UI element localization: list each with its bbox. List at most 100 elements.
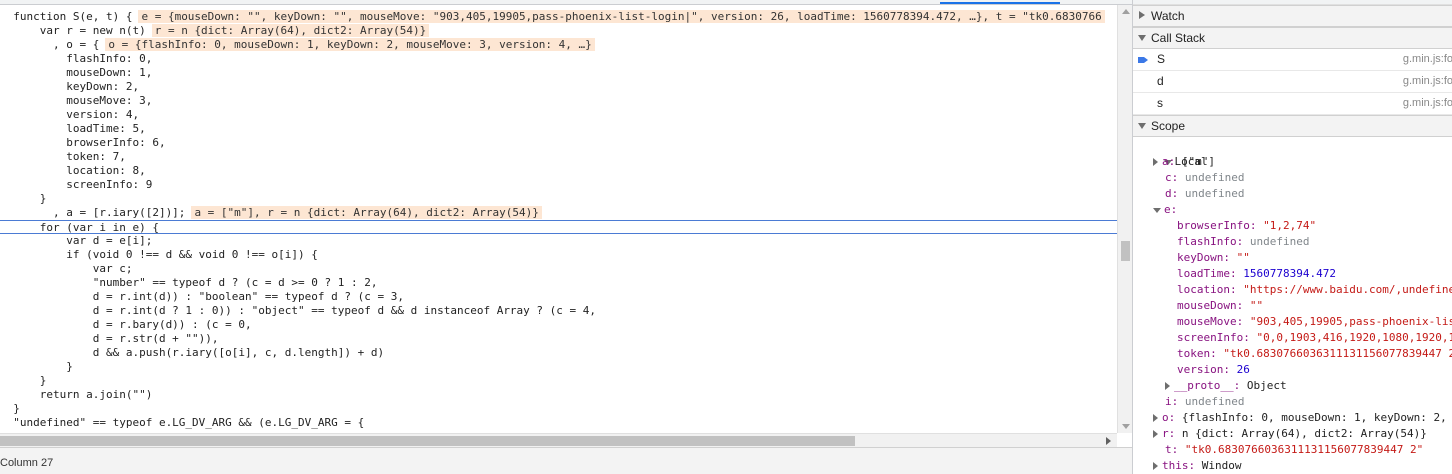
code-line[interactable]: browserInfo: 6, bbox=[0, 136, 1117, 150]
callstack-frame[interactable]: s g.min.js:fo bbox=[1133, 93, 1452, 115]
scope-variable[interactable]: d: undefined bbox=[1153, 186, 1244, 202]
code-line[interactable]: token: 7, bbox=[0, 150, 1117, 164]
code-text: mouseDown: 1, bbox=[0, 66, 153, 79]
editor-vertical-scrollbar[interactable] bbox=[1117, 5, 1132, 433]
code-line[interactable]: flashInfo: 0, bbox=[0, 52, 1117, 66]
scope-section-header[interactable]: Scope bbox=[1133, 115, 1452, 137]
code-text: var c; bbox=[0, 262, 133, 275]
code-line[interactable]: } bbox=[0, 374, 1117, 388]
expand-right-icon[interactable] bbox=[1153, 462, 1158, 470]
scope-variable[interactable]: o: {flashInfo: 0, mouseDown: 1, keyDown:… bbox=[1153, 410, 1452, 426]
callstack-label: Call Stack bbox=[1151, 31, 1206, 45]
callstack-frame[interactable]: d g.min.js:fo bbox=[1133, 71, 1452, 93]
expand-right-icon[interactable] bbox=[1153, 430, 1158, 438]
expand-down-icon bbox=[1138, 35, 1146, 41]
expand-right-icon[interactable] bbox=[1165, 382, 1170, 390]
scope-value: 26 bbox=[1229, 363, 1250, 376]
horizontal-scroll-thumb[interactable] bbox=[0, 436, 855, 446]
scope-value: "https://www.baidu.com/,undefined" bbox=[1236, 283, 1452, 296]
code-line[interactable]: var c; bbox=[0, 262, 1117, 276]
code-line[interactable]: keyDown: 2, bbox=[0, 80, 1117, 94]
code-line[interactable]: var r = new n(t) r = n {dict: Array(64), … bbox=[0, 24, 1117, 38]
code-line[interactable]: } bbox=[0, 192, 1117, 206]
scope-variable[interactable]: mouseMove: "903,405,19905,pass-phoenix-l… bbox=[1165, 314, 1452, 330]
code-text: d = r.int(d)) : "boolean" == typeof d ? … bbox=[0, 290, 404, 303]
scope-variable[interactable]: mouseDown: "" bbox=[1165, 298, 1263, 314]
frame-location-link[interactable]: g.min.js:fo bbox=[1403, 49, 1452, 70]
code-line[interactable]: , o = {o = {flashInfo: 0, mouseDown: 1, … bbox=[0, 38, 1117, 52]
code-line[interactable]: "undefined" == typeof e.LG_DV_ARG && (e.… bbox=[0, 416, 1117, 430]
code-line[interactable]: screenInfo: 9 bbox=[0, 178, 1117, 192]
code-line[interactable]: d = r.bary(d)) : (c = 0, bbox=[0, 318, 1117, 332]
scope-variable[interactable]: browserInfo: "1,2,74" bbox=[1165, 218, 1316, 234]
scope-key: __proto__: bbox=[1174, 379, 1241, 392]
code-line[interactable]: d = r.int(d)) : "boolean" == typeof d ? … bbox=[0, 290, 1117, 304]
scope-variable[interactable]: this: Window bbox=[1153, 458, 1241, 474]
code-text: "number" == typeof d ? (c = d >= 0 ? 1 :… bbox=[0, 276, 378, 289]
code-line[interactable]: location: 8, bbox=[0, 164, 1117, 178]
scope-key: browserInfo: bbox=[1177, 219, 1257, 232]
scope-variable[interactable]: token: "tk0.6830766036311131156077839447… bbox=[1165, 346, 1452, 362]
scope-variable[interactable]: keyDown: "" bbox=[1165, 250, 1250, 266]
code-text: browserInfo: 6, bbox=[0, 136, 166, 149]
paused-code-line[interactable]: for (var i in e) { bbox=[0, 220, 1117, 234]
callstack-frame[interactable]: Sg.min.js:fo bbox=[1133, 49, 1452, 71]
scope-variable[interactable]: t: "tk0.6830766036311131156077839447 2" bbox=[1153, 442, 1423, 458]
expand-down-icon[interactable] bbox=[1153, 207, 1161, 213]
code-line[interactable]: } bbox=[0, 402, 1117, 416]
scope-key: token: bbox=[1177, 347, 1217, 360]
code-line[interactable]: if (void 0 !== d && void 0 !== o[i]) { bbox=[0, 248, 1117, 262]
scroll-down-icon[interactable] bbox=[1122, 424, 1130, 429]
code-text: flashInfo: 0, bbox=[0, 52, 153, 65]
code-line[interactable]: "number" == typeof d ? (c = d >= 0 ? 1 :… bbox=[0, 276, 1117, 290]
scope-value: Window bbox=[1195, 459, 1242, 472]
editor-horizontal-scrollbar[interactable] bbox=[0, 433, 1117, 447]
scope-variable[interactable]: version: 26 bbox=[1165, 362, 1250, 378]
code-line[interactable]: mouseMove: 3, bbox=[0, 94, 1117, 108]
scope-variable[interactable]: loadTime: 1560778394.472 bbox=[1165, 266, 1336, 282]
scope-key: i: bbox=[1165, 395, 1179, 408]
code-text: , o = { bbox=[0, 38, 100, 51]
scope-local-header[interactable]: Local bbox=[1137, 138, 1208, 168]
scope-variable[interactable]: i: undefined bbox=[1153, 394, 1244, 410]
code-line[interactable]: version: 4, bbox=[0, 108, 1117, 122]
scope-variable[interactable]: __proto__: Object bbox=[1165, 378, 1287, 394]
code-text: } bbox=[0, 374, 47, 387]
frame-location-link[interactable]: g.min.js:fo bbox=[1403, 93, 1452, 114]
scope-variable[interactable]: screenInfo: "0,0,1903,416,1920,1080,1920… bbox=[1165, 330, 1452, 346]
expand-right-icon[interactable] bbox=[1153, 158, 1158, 166]
code-line[interactable]: d = r.str(d + "")), bbox=[0, 332, 1117, 346]
code-line[interactable]: loadTime: 5, bbox=[0, 122, 1117, 136]
scope-variable[interactable]: e: bbox=[1153, 202, 1177, 218]
code-line[interactable]: d = r.int(d ? 1 : 0)) : "object" == type… bbox=[0, 304, 1117, 318]
code-line[interactable]: var d = e[i]; bbox=[0, 234, 1117, 248]
scroll-up-icon[interactable] bbox=[1122, 9, 1130, 14]
code-line[interactable]: d && a.push(r.iary([o[i], c, d.length]) … bbox=[0, 346, 1117, 360]
scope-variable[interactable]: a: ["m"] bbox=[1153, 154, 1215, 170]
frame-function-name: S bbox=[1157, 52, 1166, 66]
scope-value: "tk0.6830766036311131156077839447 2" bbox=[1216, 347, 1452, 360]
scope-value: "" bbox=[1243, 299, 1264, 312]
scope-variable[interactable]: r: n {dict: Array(64), dict2: Array(54)} bbox=[1153, 426, 1427, 442]
scope-value: "903,405,19905,pass-phoenix-list-login|" bbox=[1249, 315, 1452, 328]
scope-variable[interactable]: location: "https://www.baidu.com/,undefi… bbox=[1165, 282, 1452, 298]
watch-section-header[interactable]: Watch bbox=[1133, 5, 1452, 27]
code-line[interactable]: } bbox=[0, 360, 1117, 374]
scope-variable[interactable]: c: undefined bbox=[1153, 170, 1244, 186]
callstack-section-header[interactable]: Call Stack bbox=[1133, 27, 1452, 49]
vertical-scroll-thumb[interactable] bbox=[1121, 241, 1130, 261]
expand-right-icon[interactable] bbox=[1153, 414, 1158, 422]
scroll-right-icon[interactable] bbox=[1106, 437, 1111, 445]
scope-key: loadTime: bbox=[1177, 267, 1237, 280]
scope-key: location: bbox=[1177, 283, 1237, 296]
code-text: var r = new n(t) bbox=[0, 24, 146, 37]
code-line[interactable]: return a.join("") bbox=[0, 388, 1117, 402]
code-line[interactable]: , a = [r.iary([2])]; a = ["m"], r = n {di… bbox=[0, 206, 1117, 220]
scope-variable[interactable]: flashInfo: undefined bbox=[1165, 234, 1309, 250]
code-line[interactable]: mouseDown: 1, bbox=[0, 66, 1117, 80]
collapse-right-icon bbox=[1139, 11, 1145, 19]
frame-location-link[interactable]: g.min.js:fo bbox=[1403, 71, 1452, 92]
code-line[interactable]: function S(e, t) {e = {mouseDown: "", ke… bbox=[0, 10, 1117, 24]
cursor-position: Column 27 bbox=[0, 457, 54, 469]
code-editor[interactable]: function S(e, t) {e = {mouseDown: "", ke… bbox=[0, 5, 1117, 433]
